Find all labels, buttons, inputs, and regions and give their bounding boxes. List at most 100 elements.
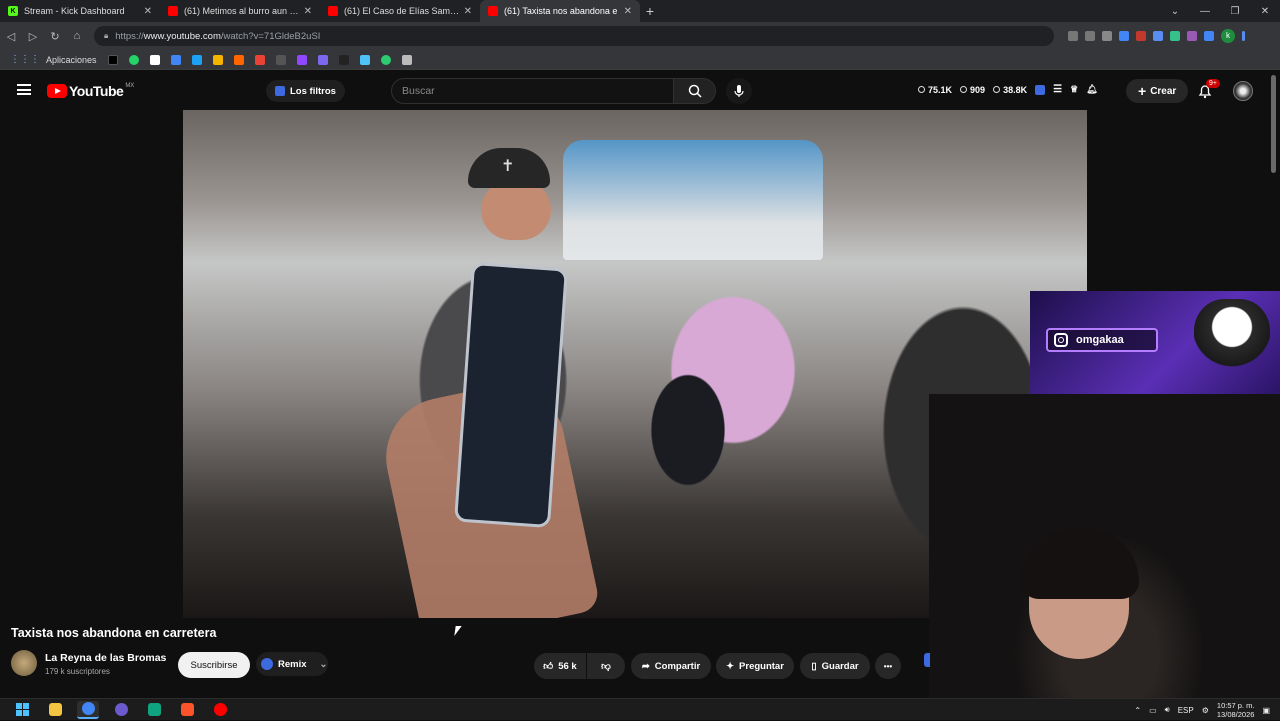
profile-avatar[interactable]: k [1221, 29, 1235, 43]
forward-icon[interactable]: ▷ [22, 30, 44, 43]
close-icon[interactable]: ✕ [464, 6, 472, 17]
more-actions-button[interactable]: ••• [875, 653, 901, 679]
filters-button[interactable]: Los filtros [266, 80, 345, 102]
notifications-badge: 9+ [1206, 79, 1220, 88]
taskbar-app[interactable] [143, 701, 165, 719]
ask-button[interactable]: ✦ Preguntar [716, 653, 794, 679]
close-window-icon[interactable]: ✕ [1250, 6, 1280, 17]
notification-icon[interactable]: ▣ [1262, 706, 1270, 715]
sidebar-indicator [924, 653, 930, 667]
chevron-down-icon[interactable]: ⌄ [1160, 6, 1190, 17]
back-icon[interactable]: ◁ [0, 30, 22, 43]
tab-youtube-elias[interactable]: (61) El Caso de Elías Samael que ✕ [320, 0, 480, 22]
apps-grid-icon[interactable]: ⋮⋮⋮ [10, 54, 40, 65]
youtube-icon [168, 6, 178, 16]
extension-icon[interactable] [1170, 31, 1180, 41]
tab-label: (61) El Caso de Elías Samael que [344, 6, 460, 16]
extension-icon[interactable] [1136, 31, 1146, 41]
account-avatar[interactable] [1233, 81, 1253, 101]
url-prefix: https:// [115, 30, 144, 42]
create-button[interactable]: + Crear [1126, 79, 1189, 103]
list-icon[interactable]: ☰ [1053, 84, 1062, 95]
app-icon [114, 703, 128, 716]
whatsapp-icon[interactable] [128, 54, 139, 65]
download-icon[interactable] [1068, 31, 1078, 41]
ask-label: Preguntar [739, 660, 784, 672]
brave-icon [180, 703, 194, 716]
extension-icon[interactable] [1187, 31, 1197, 41]
tab-label: (61) Metimos al burro aun ataúd [184, 6, 300, 16]
page-scrollbar[interactable] [1271, 75, 1276, 173]
remix-button[interactable]: Remix ⌄ [256, 652, 328, 676]
bookmark-icon[interactable] [359, 54, 370, 65]
input-language[interactable]: ESP [1178, 706, 1194, 715]
bookmark-icon[interactable] [275, 54, 286, 65]
youtube-page: YouTube MX Los filtros Buscar 75.1K 909 … [0, 70, 1280, 700]
channel-name[interactable]: La Reyna de las Bromas [45, 652, 166, 664]
close-icon[interactable]: ✕ [624, 6, 632, 17]
reload-icon[interactable]: ↻ [44, 30, 66, 43]
menu-icon[interactable] [17, 84, 31, 95]
youtube-logo[interactable]: YouTube MX [47, 83, 134, 99]
taskbar-explorer[interactable] [44, 701, 66, 719]
menu-icon[interactable] [1242, 31, 1245, 41]
bell-small-icon[interactable]: 🔔︎ [1086, 84, 1097, 95]
logo-text: YouTube [69, 83, 124, 99]
save-button[interactable]: ▯ Guardar [800, 653, 870, 679]
taskbar-chrome[interactable] [77, 700, 99, 719]
share-icon: ➦ [641, 660, 650, 672]
taskbar-youtube[interactable] [209, 701, 231, 719]
bookmark-icon[interactable] [149, 54, 160, 65]
tab-youtube-burro[interactable]: (61) Metimos al burro aun ataúd ✕ [160, 0, 320, 22]
bookmark-icon[interactable] [233, 54, 244, 65]
volume-icon[interactable]: 🔊︎ [1165, 705, 1170, 715]
bookmark-apps[interactable]: Aplicaciones [46, 55, 97, 65]
search-input[interactable]: Buscar [391, 78, 674, 104]
minimize-icon[interactable]: — [1190, 6, 1220, 17]
bookmark-icon[interactable] [1102, 31, 1112, 41]
new-tab-button[interactable]: + [640, 0, 660, 22]
bookmark-icon[interactable] [191, 54, 202, 65]
voice-search-button[interactable] [726, 78, 752, 104]
tab-kick-dashboard[interactable]: K Stream - Kick Dashboard ✕ [0, 0, 160, 22]
url-input[interactable]: 🔒︎ https://www.youtube.com/watch?v=71Gld… [94, 26, 1054, 46]
sidepanel-icon[interactable] [1204, 31, 1214, 41]
clock[interactable]: 10:57 p. m. 13/08/2026 [1217, 701, 1255, 719]
bookmark-icon[interactable] [212, 54, 223, 65]
bookmark-icon[interactable] [317, 54, 328, 65]
restore-icon[interactable]: ❐ [1220, 6, 1250, 17]
dislike-button[interactable]: 👎︎ [587, 653, 625, 679]
share-button[interactable]: ➦ Compartir [631, 653, 711, 679]
search-button[interactable] [674, 78, 716, 104]
like-button[interactable]: 👍︎ 56 k [534, 653, 586, 679]
channel-avatar[interactable] [11, 650, 37, 676]
network-icon[interactable]: ▭ [1149, 706, 1157, 715]
bookmark-icon[interactable] [107, 54, 118, 65]
extension-icon[interactable] [1119, 31, 1129, 41]
chevron-down-icon[interactable]: ⌄ [320, 659, 328, 670]
twitch-icon[interactable] [296, 54, 307, 65]
start-button[interactable] [11, 701, 33, 719]
gmail-icon[interactable] [254, 54, 265, 65]
instagram-handle: omgakaa [1076, 334, 1124, 346]
puzzle-icon[interactable] [1153, 31, 1163, 41]
share-icon[interactable] [1085, 31, 1095, 41]
bookmark-icon[interactable] [401, 54, 412, 65]
home-icon[interactable]: ⌂ [66, 30, 88, 42]
extension-icon[interactable] [1035, 84, 1046, 95]
bookmark-icon[interactable] [380, 54, 391, 65]
chevron-up-icon[interactable]: ⌃ [1134, 706, 1141, 715]
video-frame-cap [468, 148, 550, 188]
close-icon[interactable]: ✕ [144, 6, 152, 17]
subscribe-button[interactable]: Suscribirse [178, 652, 250, 678]
award-icon[interactable]: ♕ [1070, 84, 1078, 95]
bookmark-icon[interactable] [338, 54, 349, 65]
close-icon[interactable]: ✕ [304, 6, 312, 17]
bookmark-icon[interactable] [170, 54, 181, 65]
lock-icon[interactable]: 🔒︎ [104, 31, 108, 41]
tab-youtube-taxista[interactable]: (61) Taxista nos abandona e ✕ [480, 0, 640, 22]
settings-icon[interactable]: ⚙ [1202, 706, 1209, 715]
taskbar-brave[interactable] [176, 701, 198, 719]
taskbar-app[interactable] [110, 701, 132, 719]
youtube-icon [328, 6, 338, 16]
